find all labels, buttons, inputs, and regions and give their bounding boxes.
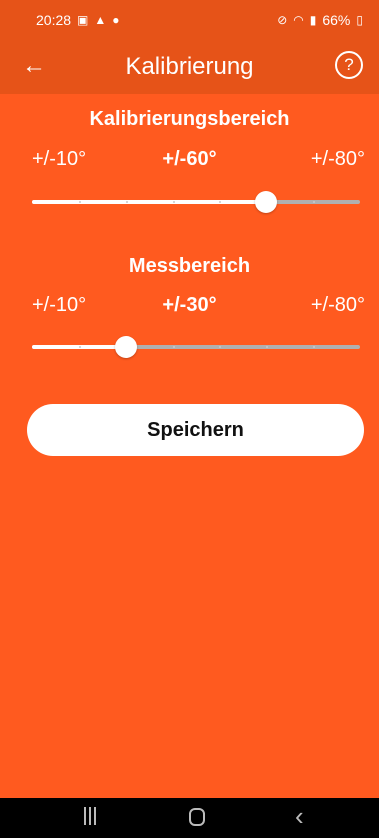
app-bar: ← Kalibrierung ?: [0, 40, 379, 94]
slider-step-tick: [126, 201, 128, 203]
location-icon: ●: [112, 13, 120, 27]
navigation-bar: ‹: [0, 798, 379, 838]
slider-step-tick: [313, 201, 315, 203]
mute-icon: ⊘: [277, 13, 288, 27]
measurement-range-labels: +/-10° +/-30° +/-80°: [0, 294, 379, 324]
chevron-left-icon: ‹: [295, 801, 304, 831]
measurement-max-label: +/-80°: [310, 294, 365, 316]
calibration-slider-fill: [32, 200, 266, 204]
slider-step-tick: [173, 346, 175, 348]
recents-icon-bar: [84, 807, 86, 825]
status-right: ⊘ ◠ ▮ 66% ▯: [277, 12, 363, 28]
home-button[interactable]: [189, 808, 205, 826]
calibration-max-label: +/-80°: [310, 148, 365, 170]
calibration-range-labels: +/-10° +/-60° +/-80°: [0, 148, 379, 178]
slider-step-tick: [79, 346, 81, 348]
signal-icon: ▮: [309, 13, 317, 27]
calibration-slider[interactable]: [32, 189, 360, 215]
help-circle-icon: ?: [344, 55, 354, 74]
measurement-slider-thumb[interactable]: [115, 336, 137, 358]
slider-step-tick: [79, 201, 81, 203]
calibration-section-title: Kalibrierungsbereich: [89, 108, 290, 130]
help-button[interactable]: ?: [335, 51, 363, 79]
status-left: 20:28 ▣ ▲ ●: [36, 12, 120, 28]
page-title: Kalibrierung: [125, 53, 254, 80]
save-button[interactable]: Speichern: [27, 404, 364, 456]
recents-icon-bar: [89, 807, 91, 825]
measurement-section-title: Messbereich: [128, 255, 251, 277]
recents-button[interactable]: [82, 807, 98, 825]
measurement-slider[interactable]: [32, 334, 360, 360]
status-time: 20:28: [36, 12, 72, 28]
slider-step-tick: [313, 346, 315, 348]
system-back-button[interactable]: ‹: [295, 803, 304, 829]
recents-icon-bar: [94, 807, 96, 825]
slider-step-tick: [266, 346, 268, 348]
status-bar: 20:28 ▣ ▲ ● ⊘ ◠ ▮ 66% ▯: [0, 0, 379, 40]
wifi-icon: ◠: [293, 13, 304, 27]
battery-icon: ▯: [356, 13, 363, 27]
warning-icon: ▲: [94, 13, 107, 27]
slider-step-tick: [219, 201, 221, 203]
slider-step-tick: [173, 201, 175, 203]
calibration-slider-thumb[interactable]: [255, 191, 277, 213]
battery-percentage: 66%: [322, 12, 351, 28]
slider-step-tick: [219, 346, 221, 348]
gallery-icon: ▣: [77, 13, 89, 27]
